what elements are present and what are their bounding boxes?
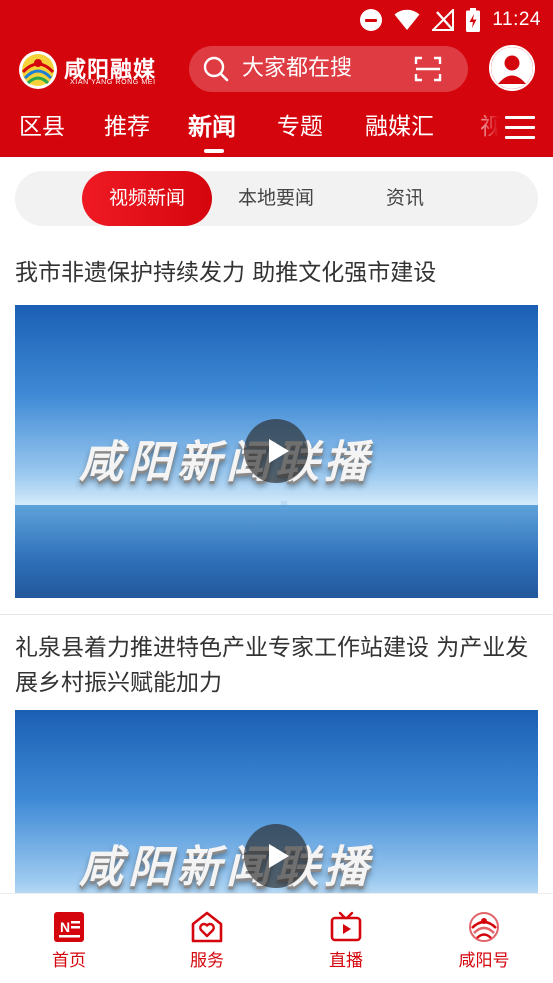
play-button[interactable] [244, 419, 308, 483]
tab-recommended[interactable]: 推荐 [104, 98, 150, 157]
video-thumbnail[interactable]: 咸阳新闻联播 [15, 710, 538, 893]
segment-local-news[interactable]: 本地要闻 [215, 171, 337, 226]
news-home-icon: N [54, 912, 84, 942]
segment-video-news[interactable]: 视频新闻 [82, 171, 212, 226]
do-not-disturb-icon [360, 9, 383, 31]
wifi-icon [394, 9, 420, 30]
thumbnail-title-text: 咸阳新闻联播 [79, 437, 373, 488]
app-header: 咸阳融媒 XIAN YANG RONG MEI 大家都在搜 [0, 40, 553, 98]
news-item[interactable]: 礼泉县着力推进特色产业专家工作站建设 为产业发展乡村振兴赋能加力 咸阳新闻联播 [0, 615, 553, 893]
thumbnail-water [15, 505, 538, 598]
play-button[interactable] [244, 824, 308, 888]
nav-home[interactable]: N 首页 [14, 894, 124, 983]
svg-text:N: N [60, 919, 70, 935]
news-type-segments: 视频新闻 本地要闻 资讯 [15, 171, 538, 226]
tab-topics[interactable]: 专题 [277, 98, 323, 157]
channel-tabs: 区县 推荐 新闻 专题 融媒汇 视 [0, 98, 553, 157]
nav-services[interactable]: 服务 [152, 894, 262, 983]
hamburger-menu-icon[interactable] [505, 114, 535, 140]
search-placeholder: 大家都在搜 [242, 56, 353, 81]
tab-fade-overlay [470, 98, 504, 157]
status-time: 11:24 [492, 9, 541, 30]
avatar-button[interactable] [489, 45, 535, 91]
search-icon [203, 56, 229, 82]
news-item[interactable]: 我市非遗保护持续发力 助推文化强市建设 咸阳新闻联播 [0, 240, 553, 615]
tab-districts[interactable]: 区县 [19, 98, 65, 157]
video-thumbnail[interactable]: 咸阳新闻联播 [15, 305, 538, 598]
tv-live-icon [330, 911, 362, 942]
status-icons: 11:24 [360, 6, 541, 34]
battery-charging-icon [466, 8, 481, 32]
news-feed: 我市非遗保护持续发力 助推文化强市建设 咸阳新闻联播 礼泉县着力推进特色产业专家… [0, 240, 553, 893]
xianyang-logo-icon [19, 51, 57, 89]
active-tab-indicator [204, 149, 224, 153]
scan-icon[interactable] [414, 56, 442, 82]
search-bar[interactable]: 大家都在搜 [189, 46, 468, 92]
thumbnail-title-text: 咸阳新闻联播 [79, 842, 373, 893]
heart-house-icon [191, 911, 223, 943]
segment-info[interactable]: 资讯 [345, 171, 465, 226]
app-logo[interactable]: 咸阳融媒 XIAN YANG RONG MEI [16, 46, 171, 92]
avatar-icon [491, 47, 533, 89]
tab-media-hub[interactable]: 融媒汇 [365, 98, 434, 157]
bottom-navigation: N 首页 服务 直播 咸阳号 [0, 893, 553, 983]
no-signal-icon [432, 9, 455, 31]
nav-live-label: 直播 [329, 951, 363, 971]
nav-xianyang-account-label: 咸阳号 [458, 951, 510, 971]
nav-live[interactable]: 直播 [291, 894, 401, 983]
logo-subtext: XIAN YANG RONG MEI [70, 79, 156, 86]
nav-services-label: 服务 [190, 951, 224, 971]
nav-home-label: 首页 [52, 951, 86, 971]
news-title[interactable]: 我市非遗保护持续发力 助推文化强市建设 [15, 256, 538, 291]
xianyang-logo-icon [469, 912, 499, 942]
nav-xianyang-account[interactable]: 咸阳号 [429, 894, 539, 983]
status-bar: 11:24 [0, 0, 553, 40]
news-title[interactable]: 礼泉县着力推进特色产业专家工作站建设 为产业发展乡村振兴赋能加力 [15, 631, 538, 701]
